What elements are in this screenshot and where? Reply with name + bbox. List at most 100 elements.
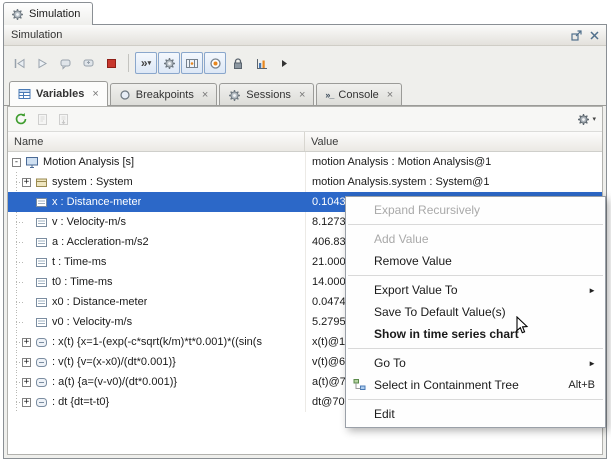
plus-expander-icon[interactable]: + xyxy=(22,358,31,367)
row-label: v : Velocity-m/s xyxy=(52,216,126,228)
menu-item-expand-recursively: Expand Recursively xyxy=(346,199,605,221)
chevrons-button[interactable]: »▾ xyxy=(135,52,157,74)
lock-button[interactable] xyxy=(227,52,249,74)
mouse-cursor-icon xyxy=(516,316,529,335)
column-header-name[interactable]: Name xyxy=(8,132,305,151)
chart-button[interactable] xyxy=(250,52,272,74)
menu-item-label: Remove Value xyxy=(374,254,452,268)
lock-icon xyxy=(232,57,244,70)
tab-close-icon[interactable]: × xyxy=(299,89,305,101)
close-icon[interactable] xyxy=(590,31,599,40)
row-label: a : Accleration-m/s2 xyxy=(52,236,149,248)
animation-icon xyxy=(185,57,199,70)
row-name-cell: + : dt {dt=t-t0} xyxy=(8,392,305,412)
play-icon xyxy=(35,56,50,71)
menu-item-label: Expand Recursively xyxy=(374,203,480,217)
submenu-arrow-icon: ► xyxy=(588,359,596,368)
minus-expander-icon[interactable]: - xyxy=(12,158,21,167)
row-name-cell: + : v(t) {v=(x-x0)/(dt*0.001)} xyxy=(8,352,305,372)
constraint-icon xyxy=(35,357,48,368)
menu-item-label: Go To xyxy=(374,356,406,370)
float-icon[interactable] xyxy=(571,30,582,41)
menu-item-select-in-containment-tree[interactable]: Select in Containment TreeAlt+B xyxy=(346,374,605,396)
document-tab-simulation[interactable]: Simulation xyxy=(3,2,93,25)
menu-item-add-value: Add Value xyxy=(346,228,605,250)
column-header-value[interactable]: Value xyxy=(305,132,602,151)
gear-icon xyxy=(11,8,24,21)
row-label: x0 : Distance-meter xyxy=(52,296,147,308)
view-toolbar: ▾ xyxy=(8,107,602,132)
row-label: x : Distance-meter xyxy=(52,196,141,208)
part-icon xyxy=(35,177,48,188)
row-value: motion Analysis : Motion Analysis@1 xyxy=(305,152,602,172)
menu-item-show-in-time-series-chart[interactable]: Show in time series chart xyxy=(346,323,605,345)
row-name-cell: t0 : Time-ms xyxy=(8,272,305,292)
gear-icon xyxy=(228,89,241,102)
slot-icon xyxy=(35,317,48,328)
menu-item-remove-value[interactable]: Remove Value xyxy=(346,250,605,272)
tab-variables[interactable]: Variables × xyxy=(9,81,108,106)
menu-item-label: Export Value To xyxy=(374,283,458,297)
terminate-button[interactable] xyxy=(100,52,122,74)
toolbar-separator xyxy=(128,54,129,72)
plus-expander-icon[interactable]: + xyxy=(22,338,31,347)
row-label: Motion Analysis [s] xyxy=(43,156,134,168)
export-button[interactable] xyxy=(36,113,49,126)
menu-item-go-to[interactable]: Go To ► xyxy=(346,352,605,374)
row-name-cell: - Motion Analysis [s] xyxy=(8,152,305,172)
menu-item-edit[interactable]: Edit xyxy=(346,403,605,425)
menu-item-save-to-default-value-s[interactable]: Save To Default Value(s) xyxy=(346,301,605,323)
settings-menu-button[interactable]: ▾ xyxy=(577,113,596,126)
tab-label: Variables xyxy=(36,88,84,100)
tab-console[interactable]: »_Console× xyxy=(316,83,402,106)
table-row[interactable]: +system : Systemmotion Analysis.system :… xyxy=(8,172,602,192)
import-button[interactable] xyxy=(57,113,70,126)
tab-sessions[interactable]: Sessions× xyxy=(219,83,314,106)
row-label: system : System xyxy=(52,176,133,188)
overflow-arrow-button[interactable] xyxy=(273,52,295,74)
step-out-button[interactable] xyxy=(77,52,99,74)
step-back-button[interactable] xyxy=(8,52,30,74)
gear-button[interactable] xyxy=(158,52,180,74)
tab-label: Console xyxy=(338,89,378,101)
tab-close-icon[interactable]: × xyxy=(387,89,393,101)
plus-expander-icon[interactable]: + xyxy=(22,378,31,387)
variables-icon xyxy=(18,88,31,100)
main-toolbar: »▾ xyxy=(4,46,606,80)
plus-expander-icon[interactable]: + xyxy=(22,398,31,407)
import-icon xyxy=(57,113,70,126)
menu-separator xyxy=(348,275,603,276)
slot-icon xyxy=(35,217,48,228)
play-button[interactable] xyxy=(31,52,53,74)
menu-item-label: Show in time series chart xyxy=(374,327,519,341)
slot-icon xyxy=(35,297,48,308)
tab-close-icon[interactable]: × xyxy=(202,89,208,101)
tab-close-icon[interactable]: × xyxy=(92,88,98,100)
animation-button[interactable] xyxy=(181,52,203,74)
row-label: : a(t) {a=(v-v0)/(dt*0.001)} xyxy=(52,376,177,388)
row-name-cell: x : Distance-meter xyxy=(8,192,305,212)
row-label: t : Time-ms xyxy=(52,256,106,268)
step-over-button[interactable] xyxy=(54,52,76,74)
menu-separator xyxy=(348,224,603,225)
row-label: t0 : Time-ms xyxy=(52,276,113,288)
panel-titlebar: Simulation xyxy=(4,25,606,46)
gear-icon xyxy=(163,57,176,70)
row-label: : dt {dt=t-t0} xyxy=(52,396,109,408)
table-row[interactable]: - Motion Analysis [s] motion Analysis : Mo… xyxy=(8,152,602,172)
menu-separator xyxy=(348,399,603,400)
tab-breakpoints[interactable]: Breakpoints× xyxy=(110,83,218,106)
plus-expander-icon[interactable]: + xyxy=(22,178,31,187)
menu-item-export-value-to[interactable]: Export Value To► xyxy=(346,279,605,301)
row-name-cell: a : Accleration-m/s2 xyxy=(8,232,305,252)
slot-icon xyxy=(35,257,48,268)
refresh-button[interactable] xyxy=(14,112,28,126)
containment-tree-icon xyxy=(353,378,366,391)
row-name-cell: x0 : Distance-meter xyxy=(8,292,305,312)
constraint-icon xyxy=(35,377,48,388)
row-label: : v(t) {v=(x-x0)/(dt*0.001)} xyxy=(52,356,176,368)
simulation-window: Simulation Simulation »▾ Variables×Break… xyxy=(0,0,611,463)
row-name-cell: + system : System xyxy=(8,172,305,192)
document-tab-label: Simulation xyxy=(29,8,80,20)
record-button[interactable] xyxy=(204,52,226,74)
